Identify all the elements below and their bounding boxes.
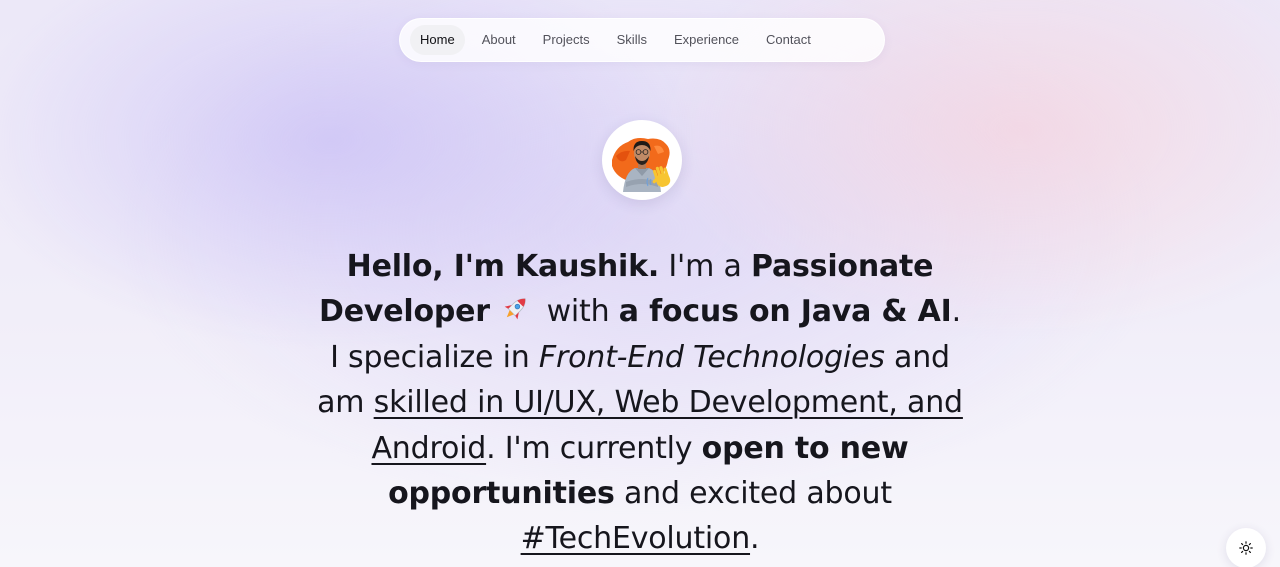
nav-item-projects[interactable]: Projects <box>533 25 600 55</box>
intro-text: with <box>537 294 619 330</box>
intro-text: . I'm currently <box>486 430 702 466</box>
intro-greeting: Hello, I'm Kaushik. <box>346 249 660 284</box>
intro-text: . <box>750 521 760 557</box>
profile-photo <box>612 138 671 192</box>
nav-item-contact[interactable]: Contact <box>756 25 821 55</box>
intro-focus: a focus on Java & AI <box>618 294 952 330</box>
intro-text: and excited about <box>614 476 892 512</box>
nav-item-experience[interactable]: Experience <box>664 25 749 55</box>
intro-frontend: Front-End Technologies <box>538 339 885 375</box>
intro-hashtag-link[interactable]: #TechEvolution <box>521 521 751 556</box>
nav-item-home[interactable]: Home <box>410 25 465 55</box>
nav-item-about[interactable]: About <box>472 25 526 55</box>
main-navigation: Home About Projects Skills Experience Co… <box>399 18 885 62</box>
sun-icon <box>1239 541 1253 555</box>
rocket-icon <box>504 298 526 320</box>
intro-paragraph: Hello, I'm Kaushik. I'm a Passionate Dev… <box>316 244 964 562</box>
intro-text: I'm a <box>659 249 751 284</box>
profile-avatar <box>602 120 682 200</box>
nav-item-skills[interactable]: Skills <box>607 25 657 55</box>
theme-toggle-button[interactable] <box>1226 528 1266 567</box>
